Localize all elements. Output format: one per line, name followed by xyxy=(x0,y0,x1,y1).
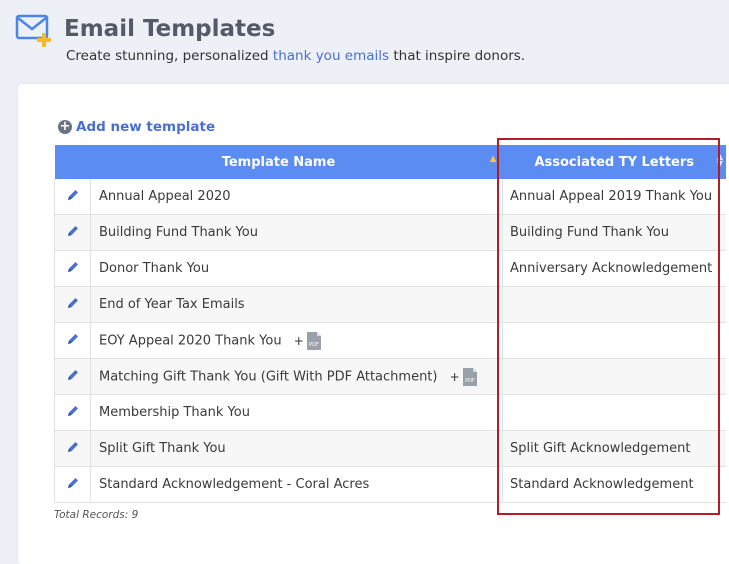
associated-letter: Standard Acknowledgement xyxy=(510,477,694,492)
pdf-attachment: + PDF xyxy=(294,331,322,351)
table-row[interactable]: Membership Thank You + PDF xyxy=(54,394,726,431)
edit-cell[interactable] xyxy=(54,394,91,431)
table-row[interactable]: Building Fund Thank You + PDF Building F… xyxy=(54,214,726,251)
associated-letter-cell: Standard Acknowledgement xyxy=(502,466,726,503)
pdf-plus: + xyxy=(293,333,304,348)
svg-text:PDF: PDF xyxy=(465,378,475,384)
associated-letter: Split Gift Acknowledgement xyxy=(510,441,691,456)
pdf-attachment: + PDF xyxy=(450,367,478,387)
template-name[interactable]: Standard Acknowledgement - Coral Acres xyxy=(99,477,369,492)
associated-letter: Annual Appeal 2019 Thank You xyxy=(510,189,713,204)
associated-letter-cell: Anniversary Acknowledgement xyxy=(502,250,726,287)
pencil-icon[interactable] xyxy=(66,404,80,418)
template-name-cell[interactable]: Split Gift Thank You + PDF xyxy=(90,430,503,467)
template-name-cell[interactable]: Donor Thank You + PDF xyxy=(90,250,503,287)
table-row[interactable]: Standard Acknowledgement - Coral Acres +… xyxy=(54,466,726,503)
template-name[interactable]: Split Gift Thank You xyxy=(99,441,226,456)
associated-letter-cell xyxy=(502,358,726,395)
associated-letter: Anniversary Acknowledgement xyxy=(510,261,713,276)
pdf-plus: + xyxy=(449,369,460,384)
pencil-icon[interactable] xyxy=(66,476,80,490)
column-header-associated-ty-letters[interactable]: Associated TY Letters ▲ ▼ xyxy=(502,145,726,179)
pencil-icon[interactable] xyxy=(66,368,80,382)
page-subtitle: Create stunning, personalized thank you … xyxy=(66,48,526,64)
template-name-cell[interactable]: Matching Gift Thank You (Gift With PDF A… xyxy=(90,358,503,395)
add-new-template-label: Add new template xyxy=(76,119,216,135)
template-name-cell[interactable]: Building Fund Thank You + PDF xyxy=(90,214,503,251)
associated-letter-cell: Annual Appeal 2019 Thank You xyxy=(502,179,726,215)
template-name[interactable]: EOY Appeal 2020 Thank You xyxy=(99,333,282,348)
envelope-plus-icon xyxy=(15,14,51,47)
templates-table: Template Name ▲ Associated TY Letters ▲ ▼… xyxy=(54,145,726,503)
pencil-icon[interactable] xyxy=(66,260,80,274)
edit-cell[interactable] xyxy=(54,250,91,287)
sort-both-icon[interactable]: ▲ ▼ xyxy=(717,153,723,168)
associated-letter: Building Fund Thank You xyxy=(510,225,669,240)
pencil-icon[interactable] xyxy=(66,224,80,238)
pencil-icon[interactable] xyxy=(66,188,80,202)
associated-letter-cell xyxy=(502,322,726,359)
pencil-icon[interactable] xyxy=(66,332,80,346)
total-records: Total Records: 9 xyxy=(54,509,139,521)
edit-cell[interactable] xyxy=(54,430,91,467)
edit-cell[interactable] xyxy=(54,214,91,251)
associated-letter-cell: Split Gift Acknowledgement xyxy=(502,430,726,467)
add-new-template-button[interactable]: + Add new template xyxy=(58,119,215,135)
thank-you-emails-link[interactable]: thank you emails xyxy=(273,48,389,64)
column-header-template-name[interactable]: Template Name ▲ xyxy=(54,145,503,179)
pencil-icon[interactable] xyxy=(66,440,80,454)
template-name-cell[interactable]: End of Year Tax Emails + PDF xyxy=(90,286,503,323)
table-row[interactable]: EOY Appeal 2020 Thank You + PDF xyxy=(54,322,726,359)
associated-letter-cell xyxy=(502,394,726,431)
edit-cell[interactable] xyxy=(54,179,91,215)
edit-cell[interactable] xyxy=(54,358,91,395)
template-name[interactable]: Matching Gift Thank You (Gift With PDF A… xyxy=(99,369,437,384)
table-row[interactable]: Annual Appeal 2020 + PDF Annual Appeal 2… xyxy=(54,179,726,215)
sort-asc-icon[interactable]: ▲ xyxy=(490,154,497,164)
template-name-cell[interactable]: Standard Acknowledgement - Coral Acres +… xyxy=(90,466,503,503)
table-row[interactable]: Donor Thank You + PDF Anniversary Acknow… xyxy=(54,250,726,287)
pencil-icon[interactable] xyxy=(66,296,80,310)
template-name[interactable]: Membership Thank You xyxy=(99,405,250,420)
plus-circle-icon: + xyxy=(58,119,72,134)
template-name-cell[interactable]: Membership Thank You + PDF xyxy=(90,394,503,431)
edit-cell[interactable] xyxy=(54,286,91,323)
template-name[interactable]: Annual Appeal 2020 xyxy=(99,189,231,204)
svg-text:PDF: PDF xyxy=(309,342,319,348)
associated-letter-cell: Building Fund Thank You xyxy=(502,214,726,251)
pdf-icon: PDF xyxy=(306,331,321,350)
pdf-icon: PDF xyxy=(462,367,477,386)
template-name[interactable]: Building Fund Thank You xyxy=(99,225,258,240)
table-row[interactable]: Matching Gift Thank You (Gift With PDF A… xyxy=(54,358,726,395)
template-name-cell[interactable]: EOY Appeal 2020 Thank You + PDF xyxy=(90,322,503,359)
edit-cell[interactable] xyxy=(54,322,91,359)
page-title: Email Templates xyxy=(64,16,276,42)
table-row[interactable]: End of Year Tax Emails + PDF xyxy=(54,286,726,323)
table-row[interactable]: Split Gift Thank You + PDF Split Gift Ac… xyxy=(54,430,726,467)
associated-letter-cell xyxy=(502,286,726,323)
edit-cell[interactable] xyxy=(54,466,91,503)
template-name[interactable]: End of Year Tax Emails xyxy=(99,297,245,312)
template-name-cell[interactable]: Annual Appeal 2020 + PDF xyxy=(90,179,503,215)
template-name[interactable]: Donor Thank You xyxy=(99,261,209,276)
